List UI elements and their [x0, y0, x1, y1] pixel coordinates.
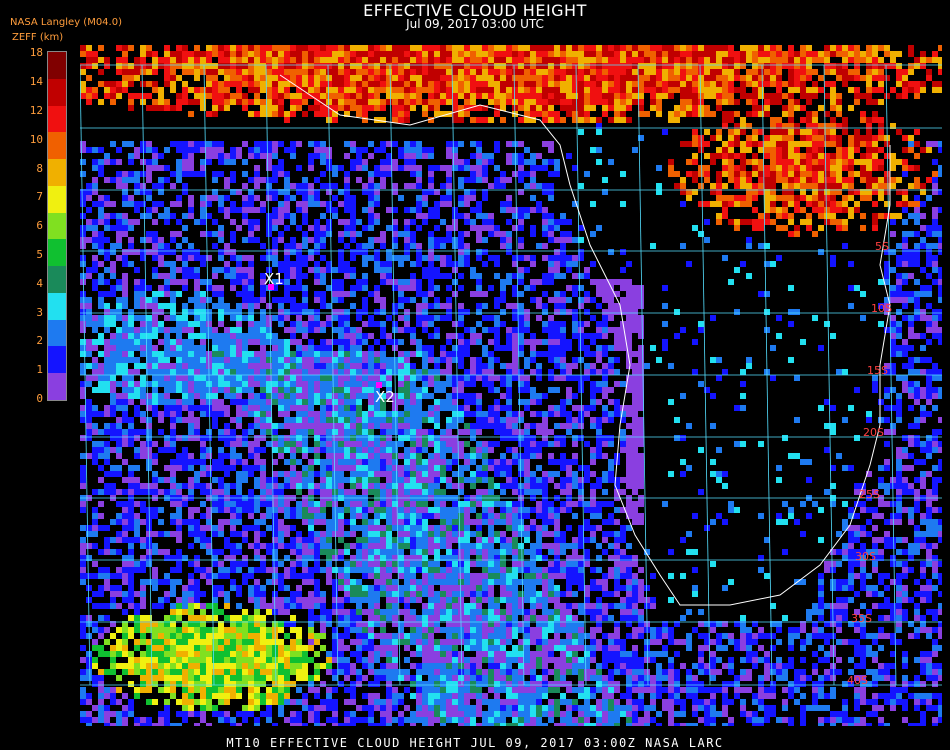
latitude-label: 25S: [859, 488, 880, 501]
latitude-label: 20S: [863, 426, 884, 439]
page-subtitle: Jul 09, 2017 03:00 UTC: [406, 17, 544, 31]
colorbar-tick-label: 10: [29, 132, 43, 146]
colorbar: [47, 51, 67, 401]
colorbar-tick-label: 6: [36, 219, 43, 233]
footer-caption: MT10 EFFECTIVE CLOUD HEIGHT JUL 09, 2017…: [226, 736, 724, 750]
colorbar-tick-label: 7: [36, 190, 43, 204]
colorbar-swatch: [48, 239, 66, 267]
colorbar-swatch: [48, 52, 66, 79]
colorbar-tick-label: 18: [29, 46, 43, 60]
latitude-label: 5S: [875, 240, 889, 253]
colorbar-swatch: [48, 319, 66, 347]
colorbar-swatch: [48, 266, 66, 293]
colorbar-tick-label: 0: [36, 392, 43, 405]
colorbar-swatch: [48, 212, 66, 240]
colorbar-tick-label: 5: [36, 248, 43, 261]
colorbar-swatch: [48, 373, 66, 400]
cloud-height-map: 5S 10S 15S 20S 25S 30S 35S 40S X1 X2: [80, 45, 942, 726]
marker-label: X1: [264, 270, 284, 288]
colorbar-swatch: [48, 159, 66, 186]
colorbar-swatch: [48, 185, 66, 213]
colorbar-tick-label: 3: [36, 305, 43, 319]
unit-label: ZEFF (km): [12, 32, 64, 43]
latitude-label: 40S: [847, 674, 868, 687]
colorbar-tick-label: 4: [36, 276, 43, 290]
colorbar-tick-label: 14: [29, 75, 43, 89]
colorbar-tick-label: 12: [29, 104, 43, 117]
colorbar-swatch: [48, 105, 66, 133]
colorbar-tick-label: 2: [36, 334, 43, 348]
colorbar-tick-label: 8: [36, 161, 43, 175]
latitude-label: 30S: [855, 550, 876, 563]
colorbar-swatch: [48, 132, 66, 160]
latitude-label: 10S: [871, 302, 892, 315]
colorbar-swatch: [48, 346, 66, 374]
latitude-label: 35S: [851, 612, 872, 625]
colorbar-tick-label: 1: [36, 363, 43, 377]
colorbar-swatch: [48, 292, 66, 320]
colorbar-swatch: [48, 78, 66, 106]
latitude-label: 15S: [867, 364, 888, 377]
marker-label: X2: [375, 388, 395, 406]
